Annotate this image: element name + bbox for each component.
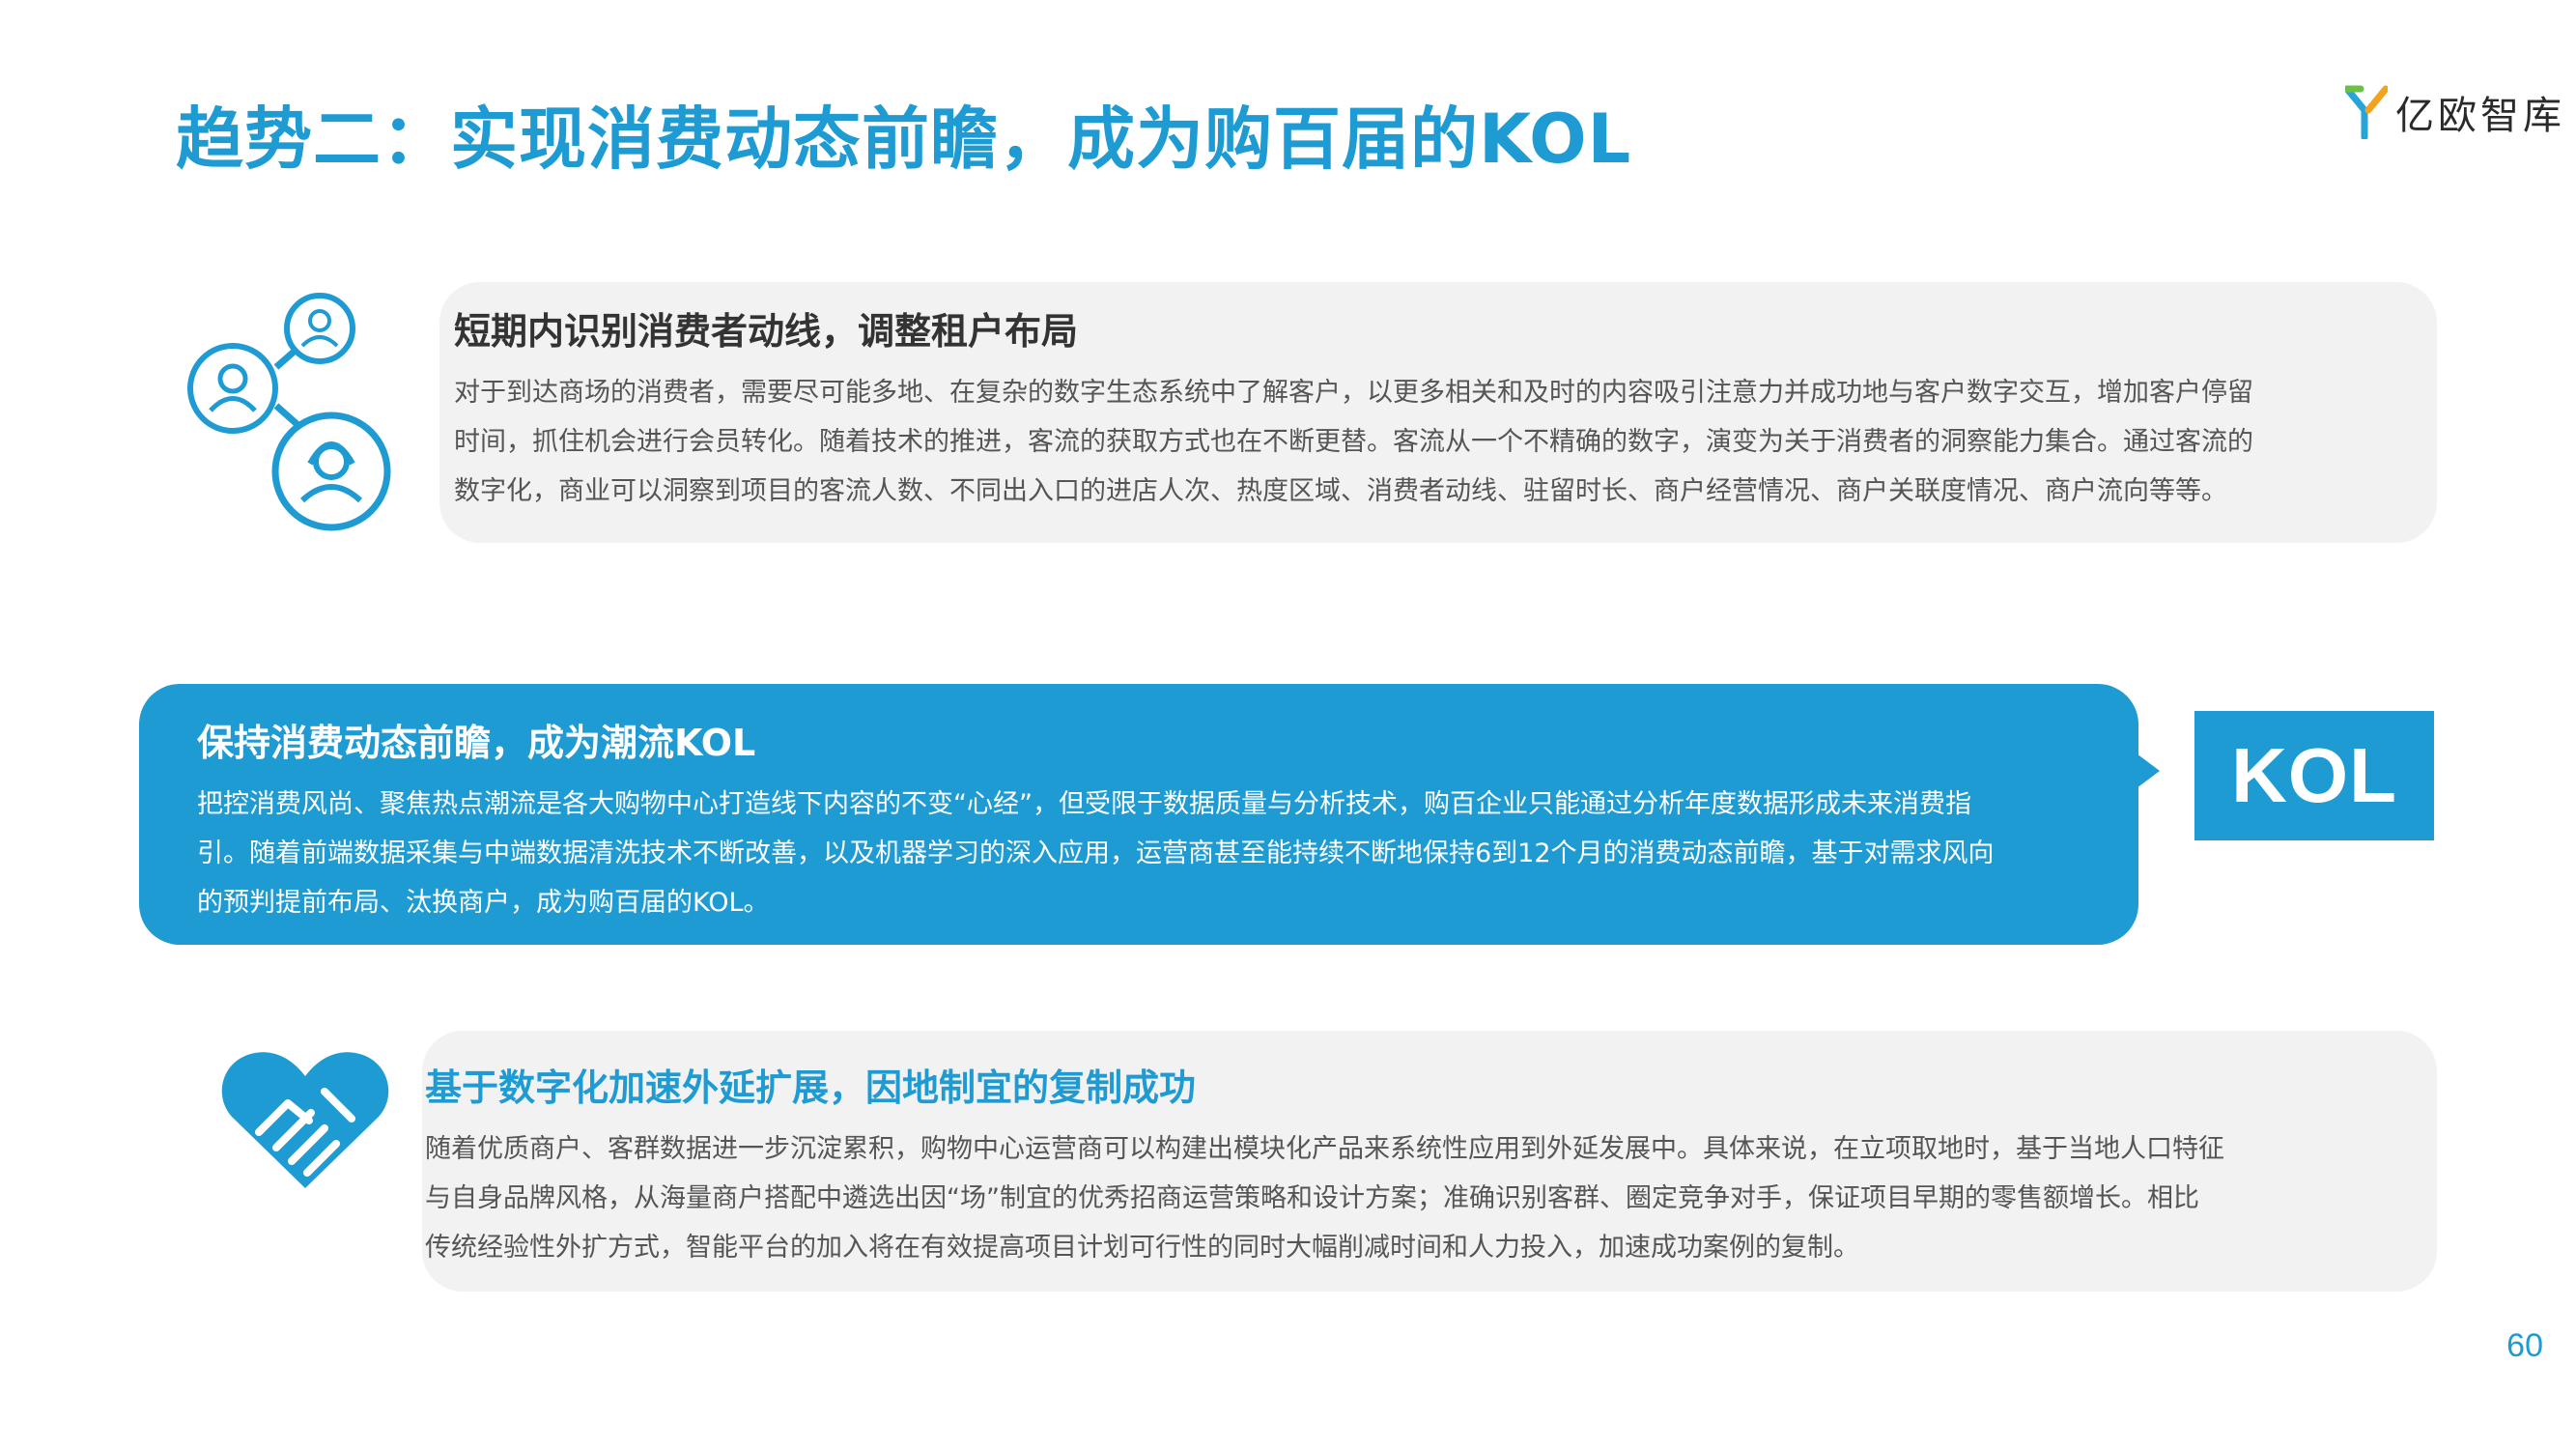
kol-badge: KOL	[2194, 711, 2434, 840]
pointer-arrow-icon	[2137, 753, 2160, 788]
section-body: 随着优质商户、客群数据进一步沉淀累积，购物中心运营商可以构建出模块化产品来系统性…	[425, 1124, 2340, 1272]
handshake-heart-icon	[218, 1043, 392, 1202]
body-line: 时间，抓住机会进行会员转化。随着技术的推进，客流的获取方式也在不断更替。客流从一…	[454, 427, 2253, 457]
logo-mark-icon	[2345, 85, 2388, 139]
section-panel-consumer-flow: 短期内识别消费者动线，调整租户布局 对于到达商场的消费者，需要尽可能多地、在复杂…	[439, 282, 2437, 543]
body-line: 对于到达商场的消费者，需要尽可能多地、在复杂的数字生态系统中了解客户，以更多相关…	[454, 378, 2253, 408]
body-line: 把控消费风尚、聚焦热点潮流是各大购物中心打造线下内容的不变“心经”，但受限于数据…	[197, 789, 1971, 819]
logo-text: 亿欧智库	[2395, 94, 2565, 138]
section-panel-expansion: 基于数字化加速外延扩展，因地制宜的复制成功 随着优质商户、客群数据进一步沉淀累积…	[422, 1031, 2437, 1292]
body-line: 与自身品牌风格，从海量商户搭配中遴选出因“场”制宜的优秀招商运营策略和设计方案；…	[425, 1183, 2199, 1213]
people-network-icon	[180, 290, 411, 535]
section-title: 短期内识别消费者动线，调整租户布局	[454, 310, 1079, 353]
brand-logo: 亿欧智库	[2345, 83, 2565, 141]
page-title: 趋势二：实现消费动态前瞻，成为购百届的KOL	[176, 99, 1632, 179]
slide-page: 趋势二：实现消费动态前瞻，成为购百届的KOL 亿欧智库 短期内识别消费者动线，调…	[0, 0, 2576, 1449]
body-line: 数字化，商业可以洞察到项目的客流人数、不同出入口的进店人次、热度区域、消费者动线…	[454, 476, 2227, 506]
body-line: 传统经验性外扩方式，智能平台的加入将在有效提高项目计划可行性的同时大幅削减时间和…	[425, 1233, 1859, 1263]
section-panel-trend-kol: 保持消费动态前瞻，成为潮流KOL 把控消费风尚、聚焦热点潮流是各大购物中心打造线…	[139, 684, 2138, 945]
section-body: 对于到达商场的消费者，需要尽可能多地、在复杂的数字生态系统中了解客户，以更多相关…	[454, 368, 2340, 516]
body-line: 的预判提前布局、汰换商户，成为购百届的KOL。	[197, 888, 770, 918]
section-title: 保持消费动态前瞻，成为潮流KOL	[197, 722, 756, 764]
section-body: 把控消费风尚、聚焦热点潮流是各大购物中心打造线下内容的不变“心经”，但受限于数据…	[197, 780, 2061, 927]
section-title: 基于数字化加速外延扩展，因地制宜的复制成功	[425, 1066, 1197, 1109]
page-number: 60	[2506, 1327, 2543, 1364]
body-line: 随着优质商户、客群数据进一步沉淀累积，购物中心运营商可以构建出模块化产品来系统性…	[425, 1134, 2224, 1164]
body-line: 引。随着前端数据采集与中端数据清洗技术不断改善，以及机器学习的深入应用，运营商甚…	[197, 838, 1995, 868]
